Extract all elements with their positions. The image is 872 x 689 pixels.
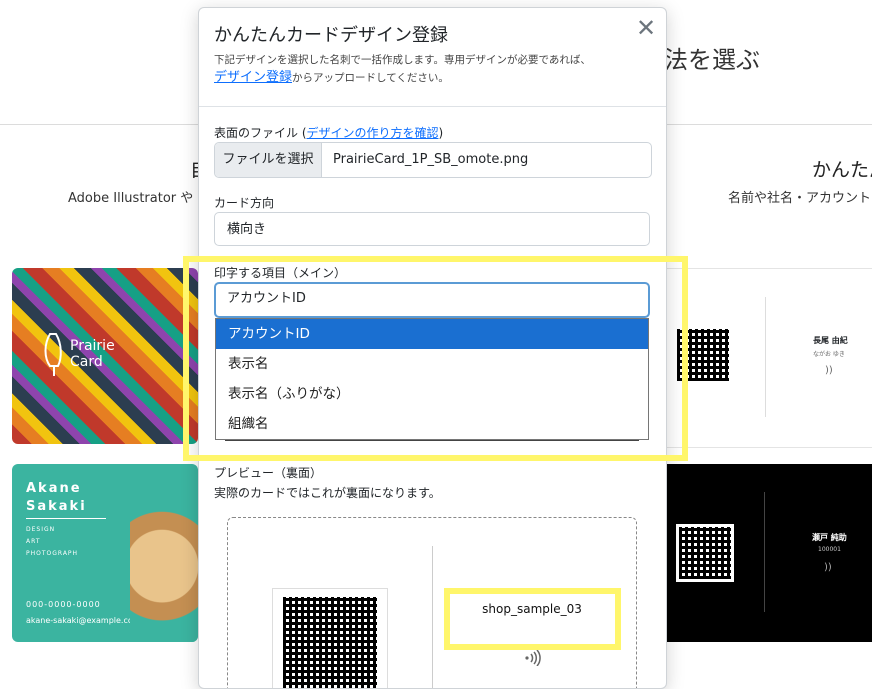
nfc-icon: )) <box>824 562 832 573</box>
design-register-link[interactable]: デザイン登録 <box>214 70 292 85</box>
desc-line-2: からアップロードしてください。 <box>292 72 449 84</box>
modal-header: かんたんカードデザイン登録 ✕ 下記デザインを選択した名刺で一括作成します。専用… <box>199 8 666 107</box>
design-register-modal: かんたんカードデザイン登録 ✕ 下記デザインを選択した名刺で一括作成します。専用… <box>198 7 667 689</box>
card-divider <box>764 492 765 612</box>
design-howto-link[interactable]: デザインの作り方を確認 <box>307 126 439 140</box>
dog-photo <box>130 504 198 642</box>
dropdown-option-organization[interactable]: 組織名 <box>216 409 648 439</box>
front-file-label-end: ) <box>438 126 444 140</box>
page-heading: 法を選ぶ <box>664 46 760 74</box>
desc-line-1: 下記デザインを選択した名刺で一括作成します。専用デザインが必要であれば、 <box>214 54 591 66</box>
preview-divider <box>432 546 433 688</box>
column-right-desc: 名前や社名・アカウントIDを <box>728 191 872 206</box>
preview-description: 実際のカードではこれが裏面になります。 <box>214 486 441 500</box>
card-email: akane-sakaki@example.com <box>26 616 141 625</box>
qr-code-icon <box>283 597 377 688</box>
modal-title: かんたんカードデザイン登録 <box>214 25 448 46</box>
card-name: 瀬戸 純助 <box>812 533 847 542</box>
prairie-logo-text: Prairie Card <box>70 338 115 370</box>
print-item-label: 印字する項目（メイン） <box>214 266 347 280</box>
modal-description: 下記デザインを選択した名刺で一括作成します。専用デザインが必要であれば、 デザイ… <box>214 51 591 87</box>
sample-card-akane[interactable]: Akane Sakaki DESIGN ART PHOTOGRAPH 000-0… <box>12 464 198 642</box>
front-file-label: 表面のファイル (デザインの作り方を確認) <box>214 124 443 141</box>
dropdown-option-display-name-kana[interactable]: 表示名（ふりがな） <box>216 379 648 409</box>
card-divider <box>765 297 766 417</box>
card-name: Akane Sakaki <box>26 481 87 514</box>
orientation-select[interactable]: 横向き <box>214 212 650 246</box>
sample-card-prairie[interactable]: Prairie Card <box>12 268 198 444</box>
dropdown-option-display-name[interactable]: 表示名 <box>216 349 648 379</box>
close-icon[interactable]: ✕ <box>635 16 657 40</box>
hidden-field-edge <box>225 440 639 441</box>
card-rule <box>26 518 106 519</box>
print-item-select[interactable]: アカウントID <box>214 282 650 318</box>
column-right-title: かんたん <box>812 159 872 181</box>
preview-account-id: shop_sample_03 <box>482 602 582 616</box>
preview-qr-frame <box>272 588 388 688</box>
selected-filename: PrairieCard_1P_SB_omote.png <box>333 152 529 167</box>
card-name: 長尾 由紀 <box>813 336 848 345</box>
nfc-icon <box>525 650 541 666</box>
card-back-preview: shop_sample_03 <box>227 517 637 688</box>
card-role: DESIGN ART PHOTOGRAPH <box>26 526 79 557</box>
qr-code-icon <box>676 524 734 582</box>
print-item-dropdown: アカウントID 表示名 表示名（ふりがな） 組織名 <box>215 318 649 440</box>
card-kana: ながお ゆき <box>813 351 845 358</box>
card-phone: 000-0000-0000 <box>26 600 101 609</box>
choose-file-button[interactable]: ファイルを選択 <box>215 143 322 177</box>
column-left-desc: Adobe Illustrator や Ca <box>68 191 215 206</box>
qr-code-icon <box>677 329 729 381</box>
sample-card-right-bottom[interactable]: 瀬戸 純助 100001 )) <box>664 464 872 642</box>
sample-card-right-top[interactable]: 長尾 由紀 ながお ゆき )) <box>664 268 872 448</box>
nfc-icon: )) <box>825 365 833 376</box>
dropdown-option-account-id[interactable]: アカウントID <box>216 319 648 349</box>
card-id: 100001 <box>818 546 841 553</box>
front-file-label-text: 表面のファイル ( <box>214 126 307 140</box>
orientation-label: カード方向 <box>214 196 275 210</box>
preview-label: プレビュー（裏面） <box>214 466 323 480</box>
front-file-input[interactable]: ファイルを選択 PrairieCard_1P_SB_omote.png <box>214 142 652 178</box>
